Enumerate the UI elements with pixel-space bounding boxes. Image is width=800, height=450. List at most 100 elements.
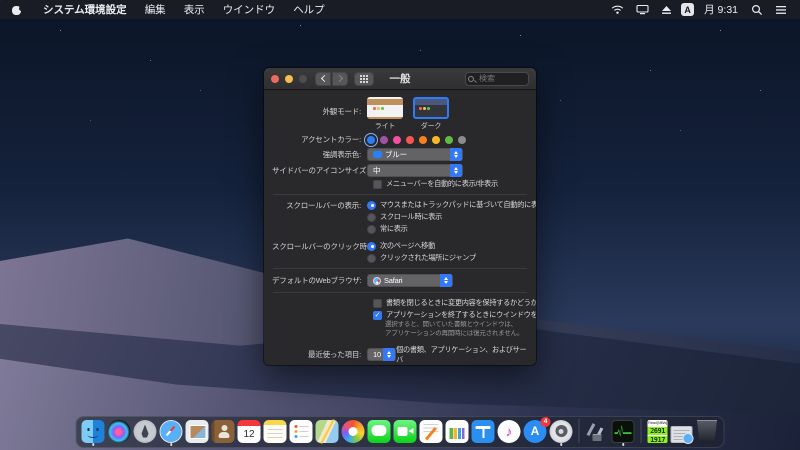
safari-icon xyxy=(373,276,381,285)
dock-item-scope[interactable] xyxy=(611,419,635,446)
scrollbar-show-option-scrolling[interactable]: スクロール時に表示 xyxy=(367,212,536,222)
display-mirroring-icon[interactable] xyxy=(633,2,652,18)
close-windows-on-quit-label: アプリケーションを終了するときにウインドウを閉じる xyxy=(386,310,536,319)
dock-item-contacts[interactable] xyxy=(211,419,235,443)
menubar-autohide-checkbox[interactable] xyxy=(373,179,382,189)
option-label: クリックされた場所にジャンプ xyxy=(380,253,476,262)
calendar-icon: 12 xyxy=(237,419,261,443)
popup-arrows-icon xyxy=(450,164,462,177)
menubar-autohide-option[interactable]: メニューバーを自動的に表示/非表示 xyxy=(373,179,528,189)
recent-items-suffix: 個の書類、アプリケーション、およびサーバ xyxy=(396,344,527,364)
scrollbar-show-option-always[interactable]: 常に表示 xyxy=(367,224,536,234)
radio-button[interactable] xyxy=(367,212,376,222)
facetime-icon xyxy=(393,419,417,443)
dock-item-itunes[interactable] xyxy=(497,419,521,443)
calipers-icon xyxy=(586,420,609,443)
close-button[interactable] xyxy=(271,74,279,83)
default-browser-popup[interactable]: Safari xyxy=(367,274,453,287)
dock-item-safari[interactable] xyxy=(159,419,183,446)
menu-app-name[interactable]: システム環境設定 xyxy=(34,0,136,19)
dark-mode-thumbnail[interactable] xyxy=(413,97,449,119)
appearance-option-dark[interactable]: ダーク xyxy=(413,97,449,131)
popup-arrows-icon xyxy=(440,274,452,287)
dock-item-maps[interactable] xyxy=(315,419,339,443)
dock-item-calendar[interactable]: 12 xyxy=(237,419,261,443)
dock-item-minwindow[interactable] xyxy=(670,420,694,444)
title-bar[interactable]: 一般 xyxy=(264,68,536,90)
dock-item-diskwidget[interactable]: Read [MB/s] 2691 1917 xyxy=(647,419,668,443)
back-button[interactable] xyxy=(315,71,331,86)
recent-items-popup[interactable]: 10 xyxy=(367,348,397,362)
dock-item-calipers[interactable] xyxy=(586,420,609,443)
ask-keep-changes-option[interactable]: 書類を閉じるときに変更内容を保持するかどうかを確認 xyxy=(373,298,536,308)
close-windows-note: 選択すると、開いていた書類とウインドウは、 アプリケーションの再開時には復元され… xyxy=(385,321,524,337)
search-input[interactable] xyxy=(465,71,529,86)
accent-color-yellow[interactable] xyxy=(432,135,440,144)
menu-bar-clock[interactable]: 月 9:31 xyxy=(700,2,742,17)
contacts-icon xyxy=(211,419,235,443)
dock-item-mail[interactable] xyxy=(185,419,209,443)
dock-item-reminders[interactable] xyxy=(289,419,313,443)
eject-icon[interactable] xyxy=(658,2,675,18)
show-all-button[interactable] xyxy=(354,71,374,86)
menu-view[interactable]: 表示 xyxy=(175,0,214,19)
running-indicator xyxy=(91,443,95,446)
dock-item-keynote[interactable] xyxy=(471,419,495,443)
menubar-autohide-label: メニューバーを自動的に表示/非表示 xyxy=(386,179,498,188)
ask-keep-changes-checkbox[interactable] xyxy=(373,298,382,308)
accent-color-orange[interactable] xyxy=(419,135,427,144)
wifi-icon[interactable] xyxy=(608,2,627,18)
dock-item-siri[interactable] xyxy=(107,419,131,443)
radio-button[interactable] xyxy=(367,253,376,263)
light-mode-thumbnail[interactable] xyxy=(367,97,403,119)
accent-color-red[interactable] xyxy=(406,135,414,144)
close-windows-on-quit-option[interactable]: アプリケーションを終了するときにウインドウを閉じる xyxy=(373,310,536,320)
minwindow-icon xyxy=(670,425,694,444)
radio-button[interactable] xyxy=(367,224,376,234)
radio-button[interactable] xyxy=(367,241,376,251)
spotlight-icon[interactable] xyxy=(748,2,766,18)
dock-item-numbers[interactable] xyxy=(445,419,469,443)
apple-menu-icon[interactable] xyxy=(11,4,24,15)
running-indicator xyxy=(169,443,173,446)
scrollbar-click-option-jump[interactable]: クリックされた場所にジャンプ xyxy=(367,253,476,263)
dock-item-launchpad[interactable] xyxy=(133,419,157,443)
dock-item-notes[interactable] xyxy=(263,419,287,443)
scrollbar-click-label: スクロールバーのクリック時: xyxy=(272,242,369,251)
sidebar-size-popup[interactable]: 中 xyxy=(367,164,463,177)
dock-item-photos[interactable] xyxy=(341,419,365,443)
chevron-left-icon xyxy=(320,74,328,83)
menu-help[interactable]: ヘルプ xyxy=(284,0,334,19)
divider xyxy=(273,292,527,293)
notification-center-icon[interactable] xyxy=(772,2,790,18)
menu-window[interactable]: ウインドウ xyxy=(214,0,285,19)
dock-item-trash[interactable] xyxy=(696,419,719,443)
input-source-icon[interactable]: A xyxy=(681,3,695,16)
chevron-right-icon xyxy=(335,74,343,83)
dock-item-appstore[interactable]: 4 xyxy=(523,416,551,443)
highlight-color-popup[interactable]: ブルー xyxy=(367,148,463,161)
scrollbar-click-option-nextpage[interactable]: 次のページへ移動 xyxy=(367,241,476,251)
close-windows-on-quit-checkbox[interactable] xyxy=(373,310,382,320)
default-browser-value: Safari xyxy=(384,276,403,285)
scrollbar-show-option-auto[interactable]: マウスまたはトラックパッドに基づいて自動的に表示 xyxy=(367,200,536,210)
radio-button[interactable] xyxy=(367,200,376,210)
accent-color-green[interactable] xyxy=(445,135,453,144)
notes-icon xyxy=(263,419,287,443)
appearance-option-light[interactable]: ライト xyxy=(367,97,403,131)
dock-item-sysprefs[interactable] xyxy=(549,419,573,446)
accent-color-pink[interactable] xyxy=(393,135,401,144)
scrollbar-show-label: スクロールバーの表示: xyxy=(286,201,361,210)
dock-item-finder[interactable] xyxy=(81,419,105,446)
accent-color-graphite[interactable] xyxy=(458,135,466,144)
accent-label: アクセントカラー: xyxy=(301,135,361,144)
dock-item-pages[interactable] xyxy=(419,419,443,443)
accent-color-blue[interactable] xyxy=(364,132,378,147)
minimize-button[interactable] xyxy=(285,74,293,83)
menu-edit[interactable]: 編集 xyxy=(136,0,175,19)
running-indicator xyxy=(559,443,563,446)
accent-color-purple[interactable] xyxy=(380,135,388,144)
highlight-value: ブルー xyxy=(385,150,407,159)
dock-item-messages[interactable] xyxy=(367,419,391,443)
dock-item-facetime[interactable] xyxy=(393,419,417,443)
